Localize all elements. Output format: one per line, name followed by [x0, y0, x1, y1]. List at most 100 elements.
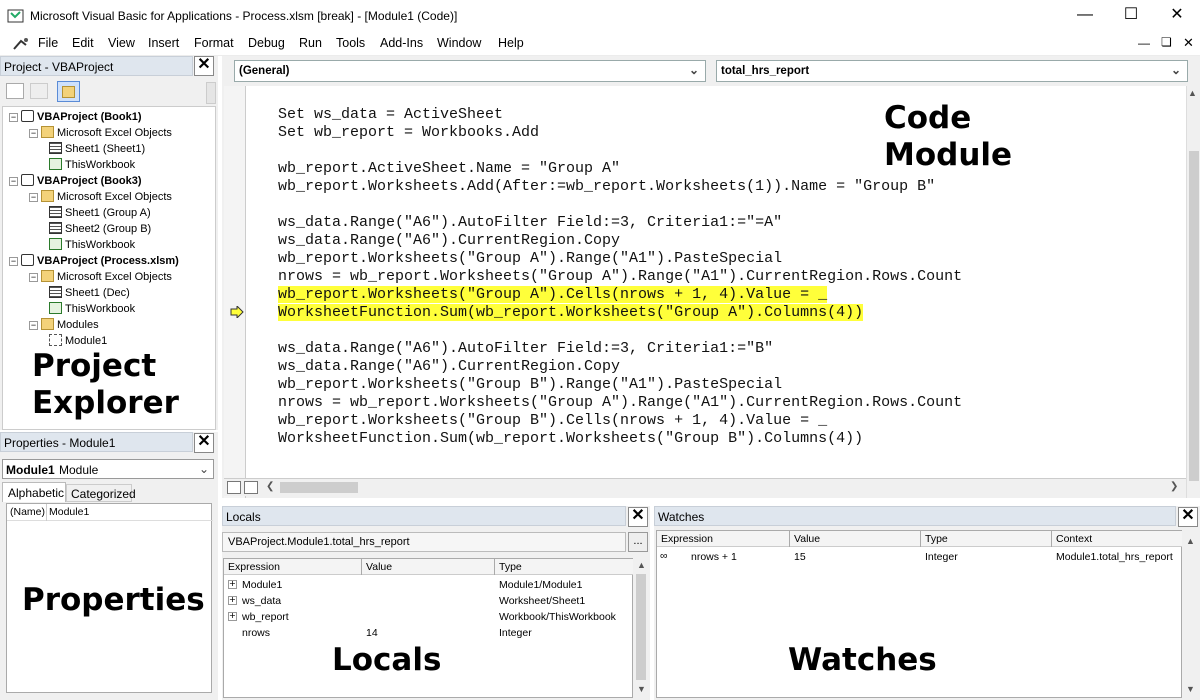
- view-object-button[interactable]: [30, 83, 48, 99]
- code-line[interactable]: ws_data.Range("A6").AutoFilter Field:=3,…: [278, 340, 773, 357]
- project-close-button[interactable]: ✕: [194, 56, 214, 76]
- collapse-icon[interactable]: −: [9, 177, 18, 186]
- child-close-button[interactable]: ✕: [1183, 35, 1194, 51]
- locals-row[interactable]: + wb_report Workbook/ThisWorkbook: [224, 609, 634, 625]
- tree-node[interactable]: Sheet1 (Dec): [49, 285, 130, 301]
- menu-tools[interactable]: Tools: [336, 36, 365, 50]
- tree-node[interactable]: − Microsoft Excel Objects: [29, 125, 172, 141]
- tree-node[interactable]: − Modules: [29, 317, 99, 333]
- code-line-row: ws_data.Range("A6").CurrentRegion.Copy: [278, 232, 620, 250]
- tree-node[interactable]: Sheet1 (Group A): [49, 205, 151, 221]
- code-hscroll-thumb[interactable]: [280, 482, 358, 493]
- tree-node[interactable]: − VBAProject (Book1): [9, 109, 142, 125]
- tree-node[interactable]: Sheet1 (Sheet1): [49, 141, 145, 157]
- menu-view[interactable]: View: [108, 36, 135, 50]
- menu-run[interactable]: Run: [299, 36, 322, 50]
- expand-icon[interactable]: +: [228, 579, 237, 589]
- tree-node[interactable]: − Microsoft Excel Objects: [29, 269, 172, 285]
- child-restore-button[interactable]: ❏: [1161, 35, 1172, 49]
- menu-format[interactable]: Format: [194, 36, 234, 50]
- col-expression[interactable]: Expression: [661, 533, 713, 545]
- code-line[interactable]: nrows = wb_report.Worksheets("Group A").…: [278, 394, 962, 411]
- code-line[interactable]: wb_report.Worksheets.Add(After:=wb_repor…: [278, 178, 935, 195]
- col-type[interactable]: Type: [925, 533, 948, 545]
- tree-node[interactable]: ThisWorkbook: [49, 301, 135, 317]
- tree-node[interactable]: − Microsoft Excel Objects: [29, 189, 172, 205]
- code-line[interactable]: wb_report.Worksheets("Group B").Cells(nr…: [278, 412, 827, 429]
- call-stack-button[interactable]: ...: [628, 532, 648, 552]
- collapse-icon[interactable]: −: [29, 321, 38, 330]
- maximize-button[interactable]: ☐: [1108, 0, 1154, 32]
- menu-help[interactable]: Help: [498, 36, 524, 50]
- code-line[interactable]: wb_report.Worksheets("Group B").Range("A…: [278, 376, 782, 393]
- locals-row[interactable]: nrows 14 Integer: [224, 625, 634, 641]
- code-line[interactable]: WorksheetFunction.Sum(wb_report.Workshee…: [278, 430, 863, 447]
- minimize-button[interactable]: —: [1062, 0, 1108, 32]
- margin-indicator-bar[interactable]: [224, 86, 246, 498]
- view-code-button[interactable]: [6, 83, 24, 99]
- code-line[interactable]: Set wb_report = Workbooks.Add: [278, 124, 539, 141]
- collapse-icon[interactable]: −: [9, 113, 18, 122]
- close-window-button[interactable]: ✕: [1154, 0, 1200, 32]
- properties-close-button[interactable]: ✕: [194, 433, 214, 453]
- watch-row[interactable]: ∞ nrows + 1 15 Integer Module1.total_hrs_rep…: [657, 549, 1183, 565]
- tree-node[interactable]: ThisWorkbook: [49, 237, 135, 253]
- procedure-combo[interactable]: total_hrs_report ⌄: [716, 60, 1188, 82]
- col-expression[interactable]: Expression: [228, 561, 280, 573]
- col-context[interactable]: Context: [1056, 533, 1092, 545]
- tab-categorized[interactable]: Categorized: [66, 484, 136, 502]
- col-value[interactable]: Value: [366, 561, 392, 573]
- menu-debug[interactable]: Debug: [248, 36, 285, 50]
- code-scroll-thumb[interactable]: [1189, 151, 1199, 481]
- code-line[interactable]: WorksheetFunction.Sum(wb_report.Workshee…: [278, 304, 864, 321]
- tree-node[interactable]: Sheet2 (Group B): [49, 221, 151, 237]
- code-line[interactable]: ws_data.Range("A6").CurrentRegion.Copy: [278, 232, 620, 249]
- collapse-icon[interactable]: −: [29, 129, 38, 138]
- object-dropdown[interactable]: Module1 Module ⌄: [2, 459, 214, 479]
- code-line[interactable]: wb_report.ActiveSheet.Name = "Group A": [278, 160, 620, 177]
- watches-scrollbar[interactable]: ▲ ▼: [1182, 530, 1198, 698]
- code-line[interactable]: ws_data.Range("A6").CurrentRegion.Copy: [278, 358, 620, 375]
- tree-node[interactable]: ThisWorkbook: [49, 157, 135, 173]
- expand-icon[interactable]: +: [228, 595, 237, 605]
- menu-file[interactable]: File: [38, 36, 58, 50]
- tree-node[interactable]: − VBAProject (Book3): [9, 173, 142, 189]
- watches-close-button[interactable]: ✕: [1178, 507, 1198, 527]
- locals-scroll-thumb[interactable]: [636, 574, 646, 680]
- code-line[interactable]: wb_report.Worksheets("Group A").Cells(nr…: [278, 286, 828, 303]
- property-value[interactable]: Module1: [49, 506, 89, 518]
- locals-row[interactable]: + ws_data Worksheet/Sheet1: [224, 593, 634, 609]
- excel-view-icon[interactable]: [11, 36, 31, 52]
- tree-node[interactable]: − VBAProject (Process.xlsm): [9, 253, 179, 269]
- tree-node-label: VBAProject (Book1): [37, 111, 142, 123]
- code-editor[interactable]: Set ws_data = ActiveSheet Set wb_report =…: [246, 86, 1186, 478]
- code-horizontal-scrollbar[interactable]: ❮ ❯: [224, 478, 1186, 496]
- tab-alphabetic[interactable]: Alphabetic: [2, 482, 66, 502]
- object-combo[interactable]: (General) ⌄: [234, 60, 706, 82]
- menu-edit[interactable]: Edit: [72, 36, 94, 50]
- property-row[interactable]: (Name) Module1: [7, 504, 213, 521]
- code-line[interactable]: ws_data.Range("A6").AutoFilter Field:=3,…: [278, 214, 782, 231]
- col-value[interactable]: Value: [794, 533, 820, 545]
- full-module-view-button[interactable]: [244, 481, 258, 494]
- locals-close-button[interactable]: ✕: [628, 507, 648, 527]
- menu-add-ins[interactable]: Add-Ins: [380, 36, 423, 50]
- tree-node[interactable]: Module1: [49, 333, 107, 349]
- collapse-icon[interactable]: −: [29, 193, 38, 202]
- code-line[interactable]: nrows = wb_report.Worksheets("Group A").…: [278, 268, 962, 285]
- col-type[interactable]: Type: [499, 561, 522, 573]
- collapse-icon[interactable]: −: [29, 273, 38, 282]
- toolbar-overflow[interactable]: [206, 82, 216, 104]
- procedure-view-button[interactable]: [227, 481, 241, 494]
- code-line[interactable]: Set ws_data = ActiveSheet: [278, 106, 503, 123]
- locals-scrollbar[interactable]: ▲ ▼: [633, 558, 649, 698]
- menu-insert[interactable]: Insert: [148, 36, 179, 50]
- code-line[interactable]: wb_report.Worksheets("Group A").Range("A…: [278, 250, 782, 267]
- collapse-icon[interactable]: −: [9, 257, 18, 266]
- code-vertical-scrollbar[interactable]: ▲: [1186, 86, 1200, 498]
- expand-icon[interactable]: +: [228, 611, 237, 621]
- locals-row[interactable]: + Module1 Module1/Module1: [224, 577, 634, 593]
- menu-window[interactable]: Window: [437, 36, 481, 50]
- toggle-folders-button[interactable]: [57, 81, 80, 102]
- child-minimize-button[interactable]: —: [1138, 36, 1150, 50]
